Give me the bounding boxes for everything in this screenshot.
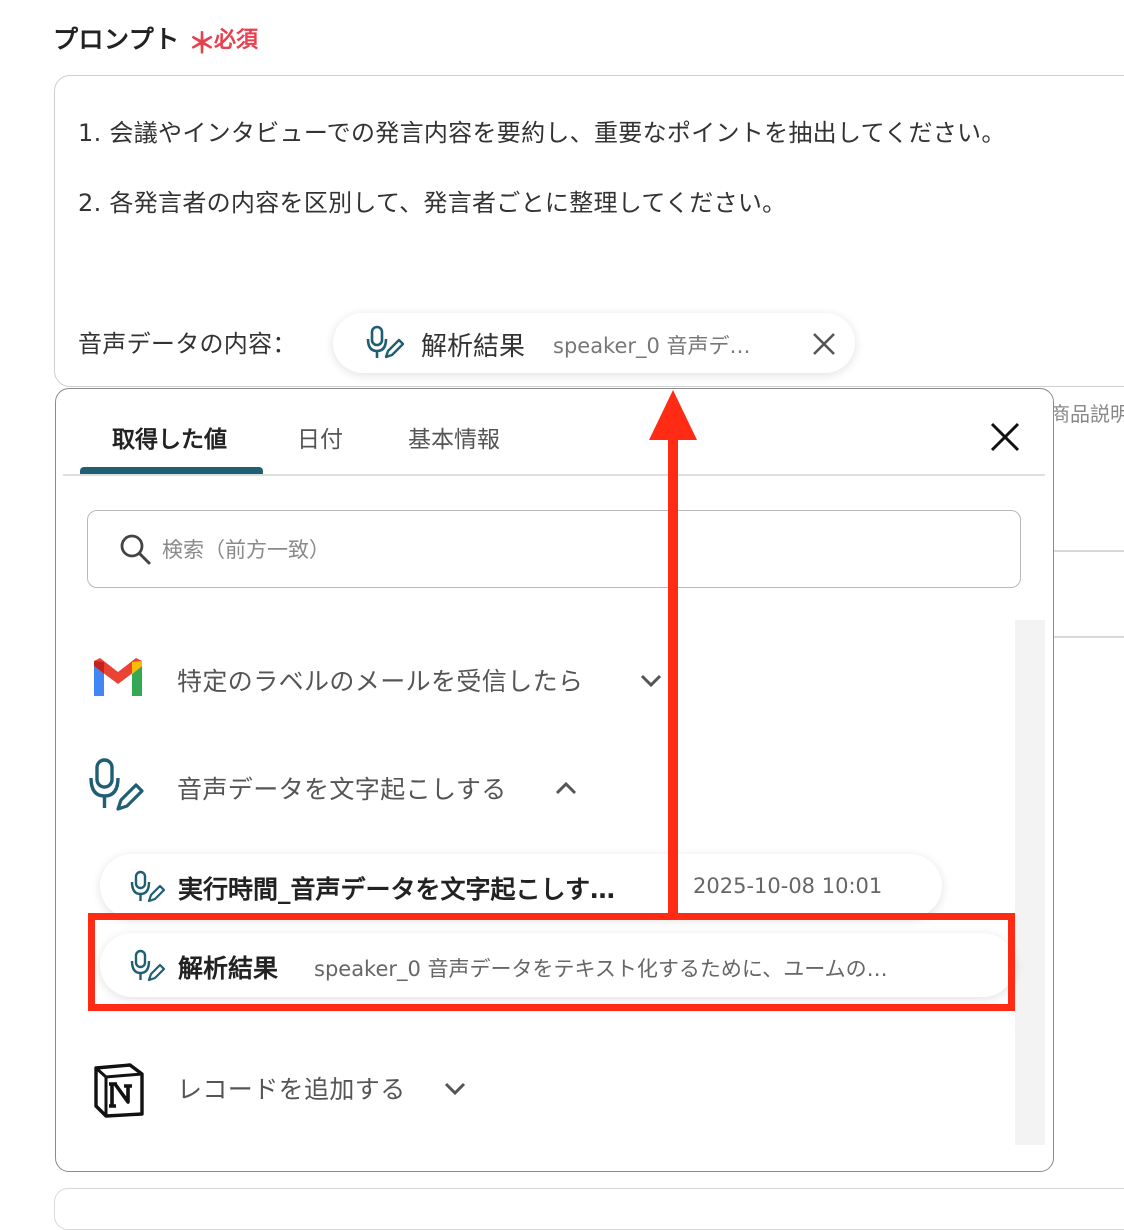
chevron-up-icon[interactable]: [553, 778, 579, 798]
mic-pen-icon: [130, 870, 166, 903]
tab-divider: [63, 474, 1045, 476]
chevron-down-icon[interactable]: [442, 1079, 468, 1099]
required-star: ＊: [188, 27, 217, 60]
background-divider: [1050, 550, 1124, 552]
section-label-gmail[interactable]: 特定のラベルのメールを受信したら: [177, 662, 583, 698]
field-label: プロンプト: [53, 25, 180, 54]
background-divider: [1050, 636, 1124, 638]
prompt-line-2: 2. 各発言者の内容を区別して、発言者ごとに整理してください。: [78, 189, 787, 217]
background-field-text: 商品説明: [1050, 402, 1124, 426]
scrollbar[interactable]: [1015, 620, 1045, 1145]
section-label-transcription[interactable]: 音声データを文字起こしする: [177, 770, 507, 806]
required-label: 必須: [214, 28, 259, 53]
background-field-box: [54, 1188, 1124, 1230]
annotation-highlight-box: [88, 913, 1015, 1011]
tab-date[interactable]: 日付: [297, 420, 343, 454]
section-label-notion[interactable]: レコードを追加する: [177, 1070, 406, 1106]
close-icon[interactable]: [988, 420, 1022, 454]
item-value: 2025-10-08 10:01: [693, 874, 883, 898]
pill-title: 解析結果: [421, 332, 526, 362]
item-title: 実行時間_音声データを文字起こしす…: [178, 875, 616, 904]
close-icon[interactable]: [810, 330, 838, 358]
prompt-line-1: 1. 会議やインタビューでの発言内容を要約し、重要なポイントを抽出してください。: [78, 119, 1006, 147]
gmail-icon: [94, 658, 142, 696]
pill-subtitle: speaker_0 音声デ…: [553, 334, 751, 358]
tab-acquired-values[interactable]: 取得した値: [112, 420, 227, 454]
notion-icon: [94, 1063, 144, 1118]
search-input[interactable]: [162, 530, 982, 570]
annotation-arrow-up-icon: [649, 390, 697, 916]
prompt-line-3: 音声データの内容：: [78, 330, 297, 358]
mic-pen-icon: [366, 325, 405, 359]
mic-pen-icon: [89, 758, 144, 811]
tab-basic-info[interactable]: 基本情報: [408, 420, 500, 454]
search-icon: [120, 534, 151, 565]
active-tab-indicator: [80, 467, 263, 474]
